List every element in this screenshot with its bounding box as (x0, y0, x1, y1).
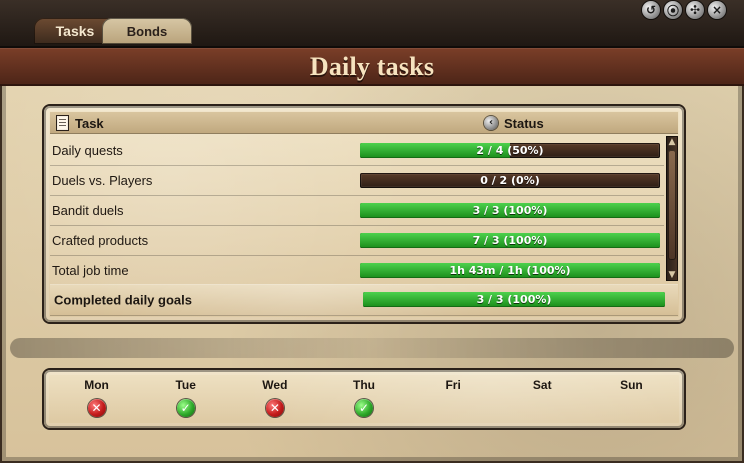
day-label: Sun (620, 378, 643, 392)
document-icon (56, 115, 69, 131)
day-thu: Thu ✓ (319, 376, 408, 422)
day-label: Fri (445, 378, 461, 392)
progress-bar: 3 / 3 (100%) (360, 203, 660, 218)
window-controls: ↺ ⦿ ✣ × (642, 0, 726, 20)
day-wed: Wed ✕ (230, 376, 319, 422)
section-divider (10, 338, 734, 358)
tab-bonds[interactable]: Bonds (102, 18, 192, 44)
scroll-down-icon[interactable]: ▼ (666, 269, 678, 281)
task-row-crafted-products: Crafted products 7 / 3 (100%) (50, 226, 664, 256)
scroll-up-icon[interactable]: ▲ (666, 136, 678, 148)
progress-fill (360, 203, 660, 218)
status-header-label: Status (504, 115, 544, 131)
history-icon[interactable]: ↺ (642, 1, 660, 19)
progress-bar: 0 / 2 (0%) (360, 173, 660, 188)
day-status-icon: ✕ (87, 399, 106, 417)
day-label: Tue (175, 378, 196, 392)
progress-bar: 7 / 3 (100%) (360, 233, 660, 248)
completed-progress-bar: 3 / 3 (100%) (363, 292, 665, 307)
progress-fill (360, 233, 660, 248)
scrollbar-thumb[interactable] (668, 150, 676, 260)
tasks-panel: Task ‹ Status Daily quests 2 / 4 (50%) D… (44, 106, 684, 322)
completed-label: Completed daily goals (54, 292, 192, 308)
task-row-bandit-duels: Bandit duels 3 / 3 (100%) (50, 196, 664, 226)
progress-text: 0 / 2 (0%) (480, 174, 540, 187)
sort-icon[interactable]: ‹ (484, 116, 498, 130)
task-row-total-job-time: Total job time 1h 43m / 1h (100%) (50, 256, 664, 286)
day-status-icon: ✓ (176, 399, 195, 417)
tasks-table-header: Task ‹ Status (50, 112, 678, 134)
task-row-duels-vs-players: Duels vs. Players 0 / 2 (0%) (50, 166, 664, 196)
day-fri: Fri (409, 376, 498, 422)
day-status-icon: ✓ (354, 399, 373, 417)
tasks-rows: Daily quests 2 / 4 (50%) Duels vs. Playe… (50, 136, 664, 286)
day-mon: Mon ✕ (52, 376, 141, 422)
progress-bar: 1h 43m / 1h (100%) (360, 263, 660, 278)
settings-icon[interactable]: ✣ (686, 1, 704, 19)
weekday-row: Mon ✕ Tue ✓ Wed ✕ Thu ✓ Fri Sat Sun (52, 376, 676, 422)
day-status-icon: ✕ (265, 399, 284, 417)
day-sun: Sun (587, 376, 676, 422)
progress-bar: 2 / 4 (50%) (360, 143, 660, 158)
page-title: Daily tasks (309, 52, 435, 81)
task-header-label: Task (75, 115, 104, 131)
title-ribbon: Daily tasks (0, 48, 744, 86)
day-tue: Tue ✓ (141, 376, 230, 422)
day-label: Wed (262, 378, 288, 392)
tasks-scrollbar[interactable]: ▲ ▼ (666, 136, 678, 281)
task-label: Total job time (52, 263, 129, 278)
task-label: Daily quests (52, 143, 123, 158)
weekly-panel: Mon ✕ Tue ✓ Wed ✕ Thu ✓ Fri Sat Sun (44, 370, 684, 428)
task-label: Bandit duels (52, 203, 124, 218)
progress-fill (360, 143, 510, 158)
progress-fill (360, 263, 660, 278)
day-sat: Sat (498, 376, 587, 422)
day-label: Thu (352, 378, 375, 392)
task-column-header: Task (56, 112, 104, 134)
status-column-header[interactable]: ‹ Status (484, 112, 544, 134)
task-label: Crafted products (52, 233, 149, 248)
completed-daily-goals-row: Completed daily goals 3 / 3 (100%) (50, 284, 678, 316)
day-label: Sat (532, 378, 552, 392)
task-row-daily-quests: Daily quests 2 / 4 (50%) (50, 136, 664, 166)
info-icon[interactable]: ⦿ (664, 1, 682, 19)
progress-fill (363, 292, 665, 307)
day-label: Mon (84, 378, 109, 392)
tabs-bar: Tasks Bonds ↺ ⦿ ✣ × (0, 0, 744, 48)
close-icon[interactable]: × (708, 1, 726, 19)
daily-tasks-window: Tasks Bonds ↺ ⦿ ✣ × Daily tasks Task ‹ S… (0, 0, 744, 463)
task-label: Duels vs. Players (52, 173, 153, 188)
